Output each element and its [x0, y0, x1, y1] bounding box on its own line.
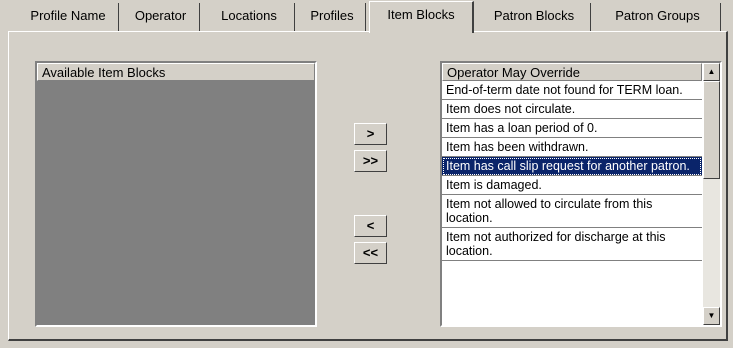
available-item-blocks-header: Available Item Blocks [37, 63, 315, 81]
add-button[interactable]: > [354, 123, 387, 145]
vertical-scrollbar[interactable]: ▲ ▼ [703, 63, 720, 325]
scroll-thumb[interactable] [703, 81, 720, 179]
list-item-selected[interactable]: Item has call slip request for another p… [442, 157, 702, 176]
operator-may-override-list[interactable]: Operator May Override End-of-term date n… [440, 61, 722, 327]
override-items: End-of-term date not found for TERM loan… [442, 81, 702, 261]
operator-may-override-header: Operator May Override [442, 63, 702, 81]
remove-all-button[interactable]: << [354, 242, 387, 264]
tab-item-blocks[interactable]: Item Blocks [369, 1, 474, 33]
tab-patron-groups[interactable]: Patron Groups [595, 3, 721, 31]
tab-patron-blocks[interactable]: Patron Blocks [478, 3, 591, 31]
list-item[interactable]: Item has been withdrawn. [442, 138, 702, 157]
tab-locations[interactable]: Locations [204, 3, 295, 31]
add-all-button[interactable]: >> [354, 150, 387, 172]
tab-profiles[interactable]: Profiles [299, 3, 366, 31]
list-item[interactable]: Item not allowed to circulate from this … [442, 195, 702, 228]
scroll-down-icon[interactable]: ▼ [703, 307, 720, 325]
remove-button[interactable]: < [354, 215, 387, 237]
available-item-blocks-list[interactable]: Available Item Blocks [35, 61, 317, 327]
list-item[interactable]: End-of-term date not found for TERM loan… [442, 81, 702, 100]
tab-operator[interactable]: Operator [122, 3, 200, 31]
scroll-up-icon[interactable]: ▲ [703, 63, 720, 81]
tab-profile-name[interactable]: Profile Name [18, 3, 119, 31]
list-item[interactable]: Item is damaged. [442, 176, 702, 195]
tab-strip: Profile Name Operator Locations Profiles… [0, 0, 733, 33]
list-item[interactable]: Item does not circulate. [442, 100, 702, 119]
list-item[interactable]: Item has a loan period of 0. [442, 119, 702, 138]
list-item[interactable]: Item not authorized for discharge at thi… [442, 228, 702, 261]
